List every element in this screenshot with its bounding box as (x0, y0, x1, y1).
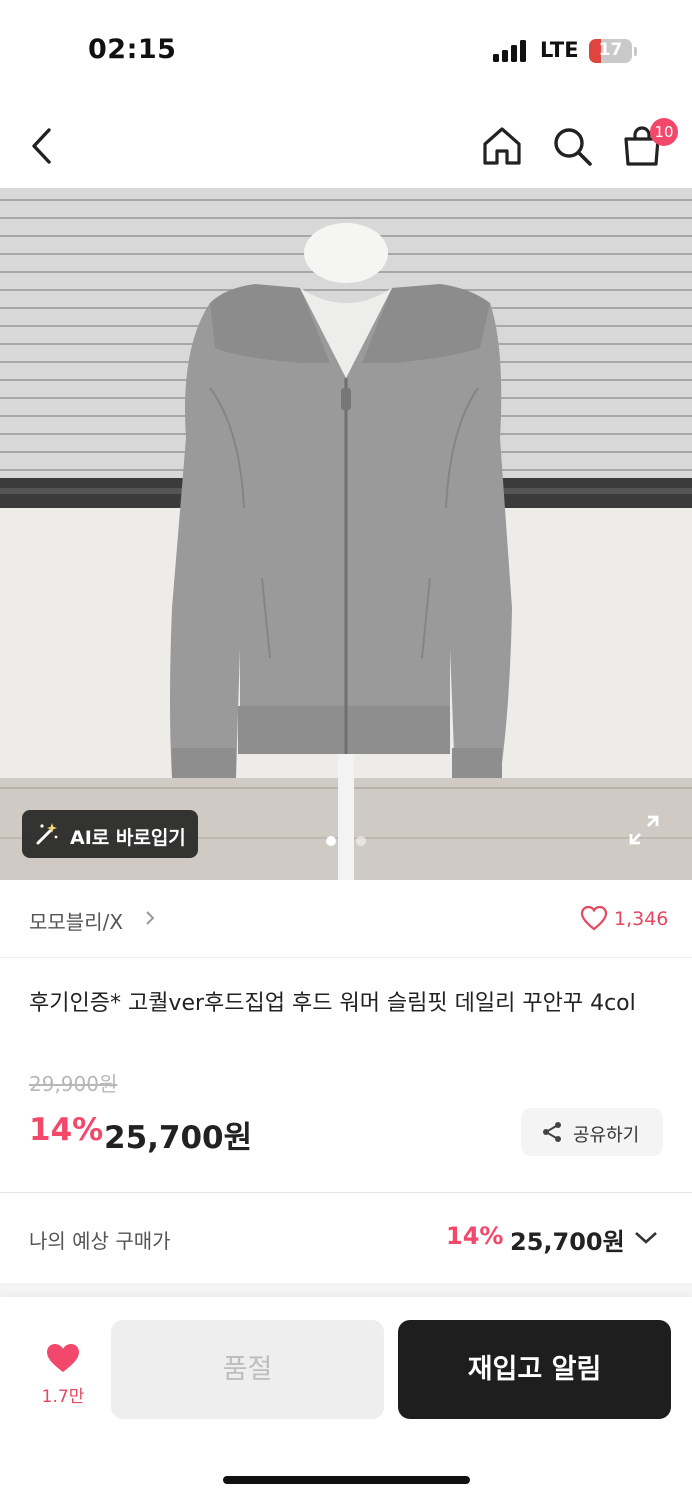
chevron-left-icon[interactable] (24, 124, 60, 168)
wish-count: 1.7만 (41, 1387, 85, 1407)
store-like-count: 1,346 (614, 908, 669, 930)
section-gap (0, 1283, 692, 1297)
product-title: 후기인증* 고퀄ver후드집업 후드 워머 슬림핏 데일리 꾸안꾸 4col (29, 991, 636, 1016)
home-indicator (223, 1476, 470, 1484)
estimate-discount: 14% (446, 1222, 504, 1250)
battery-icon: 17 (589, 39, 632, 63)
ai-button-label: AI로 바로입기 (70, 827, 186, 849)
heart-outline-icon[interactable] (580, 905, 608, 931)
status-bar: 02:15 LTE 17 (0, 0, 692, 100)
original-price: 29,900원 (29, 1072, 118, 1096)
product-photo (0, 188, 692, 880)
sale-price: 25,700원 (104, 1120, 253, 1156)
discount-rate: 14% (29, 1112, 104, 1148)
status-time: 02:15 (88, 34, 177, 65)
battery-level: 17 (598, 40, 623, 60)
home-icon[interactable] (480, 124, 524, 168)
cart-count-badge: 10 (650, 118, 678, 146)
share-label: 공유하기 (573, 1125, 640, 1146)
carousel-dot[interactable] (356, 836, 366, 846)
soldout-button[interactable]: 품절 (111, 1320, 384, 1419)
estimate-price: 25,700원 (510, 1228, 625, 1256)
chevron-right-icon (146, 911, 155, 925)
estimate-label: 나의 예상 구매가 (29, 1229, 171, 1253)
estimated-price-row[interactable]: 나의 예상 구매가 14% 25,700원 (0, 1193, 692, 1283)
search-icon[interactable] (550, 124, 594, 168)
restock-alert-button[interactable]: 재입고 알림 (398, 1320, 671, 1419)
carousel-dot-active[interactable] (326, 836, 336, 846)
share-icon (543, 1122, 561, 1142)
signal-icon (493, 40, 529, 62)
magic-wand-icon (36, 823, 58, 845)
ai-try-on-button[interactable]: AI로 바로입기 (22, 810, 198, 858)
heart-filled-icon (47, 1344, 79, 1372)
battery-tip (634, 47, 637, 56)
network-type: LTE (540, 38, 579, 62)
wish-button[interactable]: 1.7만 (30, 1336, 96, 1408)
product-image-carousel[interactable] (0, 188, 692, 880)
fullscreen-icon[interactable] (628, 814, 660, 846)
chevron-down-icon[interactable] (633, 1229, 659, 1247)
store-name[interactable]: 모모블리/X (29, 906, 123, 935)
share-button[interactable]: 공유하기 (521, 1108, 663, 1156)
